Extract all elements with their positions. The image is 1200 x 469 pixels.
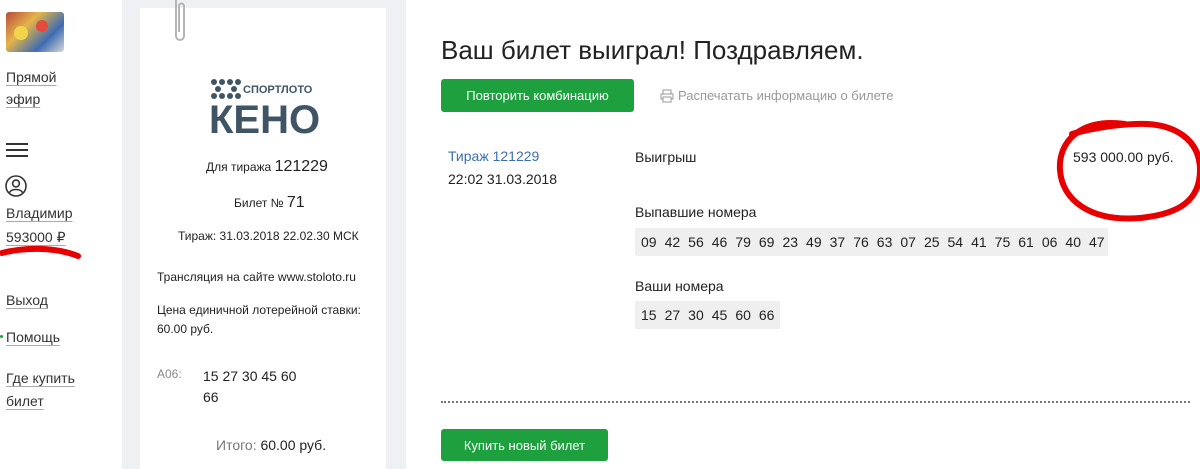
brand-small-text: СПОРТЛОТО xyxy=(243,84,313,96)
your-number: 60 xyxy=(735,307,751,323)
paperclip-icon xyxy=(175,0,185,41)
winnings-value: 593 000.00 руб. xyxy=(1073,149,1174,165)
your-numbers-label: Ваши номера xyxy=(635,278,724,294)
live-link-line1[interactable]: Прямой xyxy=(6,66,57,88)
logout-link[interactable]: Выход xyxy=(6,289,48,311)
combo-label: А06: xyxy=(157,367,182,381)
drawn-number: 63 xyxy=(876,234,893,250)
balance-link[interactable]: 593000 ₽ xyxy=(6,226,66,248)
draw-link[interactable]: Тираж 121229 xyxy=(448,148,539,164)
keno-logo: СПОРТЛОТО КЕНО xyxy=(209,79,320,137)
your-numbers-box: 15 27 30 45 60 66 xyxy=(635,301,780,329)
print-info-label: Распечатать информацию о билете xyxy=(678,88,894,103)
drawn-number: 41 xyxy=(971,234,987,250)
drawn-number: 42 xyxy=(664,234,681,250)
lottery-ball-icon xyxy=(36,20,48,32)
drawn-numbers-box: 09 42 56 46 79 69 23 49 37 76 63 07 25 54 41 75 61 06 40 47 xyxy=(635,228,1108,256)
drawn-number: 75 xyxy=(994,234,1011,250)
ticket-number: 71 xyxy=(286,194,305,211)
left-sidebar: Прямой эфир Владимир 593000 ₽ Выход Помо… xyxy=(0,0,122,469)
section-divider xyxy=(441,401,1190,403)
broadcast-text: Трансляция на сайте www.stoloto.ru xyxy=(157,270,356,284)
user-name-link[interactable]: Владимир xyxy=(6,202,73,224)
your-number: 66 xyxy=(758,307,775,323)
drawn-number: 23 xyxy=(782,234,799,250)
brand-big-text: КЕНО xyxy=(209,98,320,137)
total-label: Итого: xyxy=(216,437,257,453)
drawn-number: 61 xyxy=(1018,234,1034,250)
winnings-label: Выигрыш xyxy=(635,149,697,165)
ticket-number-line: Билет № 71 xyxy=(234,194,305,212)
drawn-number: 56 xyxy=(688,234,704,250)
draw-number: 121229 xyxy=(274,158,328,175)
drawn-number: 09 xyxy=(641,234,657,250)
draw-date: 22:02 31.03.2018 xyxy=(448,171,557,187)
price-line1: Цена единичной лотерейной ставки: xyxy=(157,303,361,317)
your-number: 30 xyxy=(688,307,704,323)
your-number: 27 xyxy=(664,307,681,323)
ticket-label: Билет № xyxy=(234,196,284,210)
red-circle-mark xyxy=(1056,120,1200,222)
drawn-number: 40 xyxy=(1065,234,1081,250)
drawn-number: 54 xyxy=(947,234,964,250)
drawn-number: 76 xyxy=(853,234,869,250)
total-line: Итого: 60.00 руб. xyxy=(216,437,326,453)
user-icon[interactable] xyxy=(5,175,27,197)
menu-icon[interactable] xyxy=(6,143,28,157)
drawn-number: 69 xyxy=(758,234,775,250)
combo-numbers: 15 27 30 45 60 66 xyxy=(203,366,313,408)
drawn-number: 25 xyxy=(923,234,940,250)
drawn-number: 46 xyxy=(711,234,728,250)
drawn-numbers-label: Выпавшие номера xyxy=(635,204,757,220)
draw-datetime: Тираж: 31.03.2018 22.02.30 МСК xyxy=(178,229,359,243)
where-to-buy-line2[interactable]: билет xyxy=(6,390,44,412)
live-thumbnail[interactable] xyxy=(6,12,64,52)
price-line2: 60.00 руб. xyxy=(157,322,214,336)
total-value: 60.00 руб. xyxy=(260,437,327,453)
drawn-number: 07 xyxy=(900,234,916,250)
lottery-ball-icon xyxy=(14,26,28,40)
where-to-buy-line1[interactable]: Где купить xyxy=(6,367,75,389)
draw-number-line: Для тиража 121229 xyxy=(206,158,328,176)
combo-line2: 66 xyxy=(203,389,219,405)
buy-new-ticket-button[interactable]: Купить новый билет xyxy=(441,429,608,461)
drawn-number: 06 xyxy=(1041,234,1058,250)
your-number: 45 xyxy=(711,307,728,323)
help-bullet xyxy=(0,335,3,338)
live-link-line2[interactable]: эфир xyxy=(6,88,40,110)
drawn-number: 49 xyxy=(806,234,822,250)
page-title: Ваш билет выиграл! Поздравляем. xyxy=(441,35,864,65)
your-number: 15 xyxy=(641,307,657,323)
printer-icon xyxy=(660,89,674,102)
print-info-link[interactable]: Распечатать информацию о билете xyxy=(660,88,893,103)
drawn-number: 79 xyxy=(735,234,751,250)
drawn-number: 37 xyxy=(829,234,846,250)
drawn-number: 47 xyxy=(1088,234,1105,250)
repeat-combination-button[interactable]: Повторить комбинацию xyxy=(441,79,634,112)
draw-label: Для тиража xyxy=(206,160,272,174)
help-link[interactable]: Помощь xyxy=(6,326,60,348)
combo-line1: 15 27 30 45 60 xyxy=(203,368,297,384)
